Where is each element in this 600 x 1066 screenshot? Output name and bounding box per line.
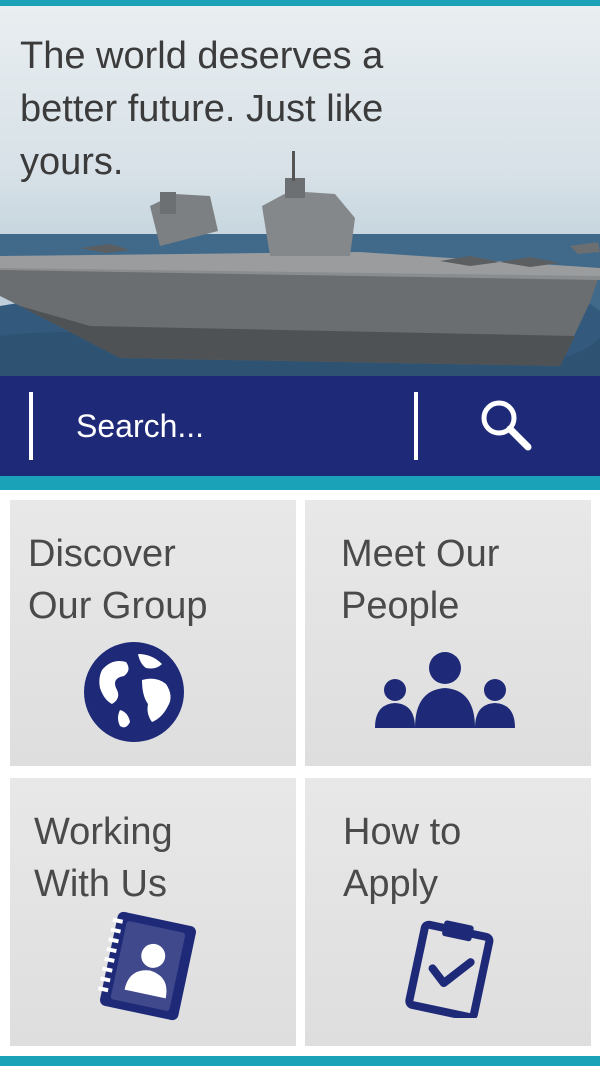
search-button[interactable] [456, 386, 556, 466]
tile-how-to-apply[interactable]: How to Apply [305, 778, 591, 1046]
globe-icon [84, 642, 184, 742]
search-divider-left [29, 392, 33, 460]
tile-working-with-us[interactable]: Working With Us [10, 778, 296, 1046]
tile-label: How to Apply [343, 811, 462, 905]
tile-label: Discover Our Group [28, 533, 208, 627]
tile-meet-our-people[interactable]: Meet Our People [305, 500, 591, 766]
search-icon [481, 400, 532, 451]
people-icon [375, 652, 515, 728]
contact-book-icon [97, 911, 196, 1021]
tile-label: Meet Our People [341, 533, 500, 627]
search-divider-right [414, 392, 418, 460]
search-input[interactable] [60, 398, 400, 454]
tile-discover-our-group[interactable]: Discover Our Group [10, 500, 296, 766]
tile-label: Working With Us [34, 811, 173, 905]
hero-headline: The world deserves a better future. Just… [20, 35, 384, 183]
bottom-accent-bar [0, 1056, 600, 1066]
app-root: The world deserves a better future. Just… [0, 0, 600, 1066]
clipboard-check-icon [405, 920, 494, 1018]
teal-divider-bar [0, 476, 600, 490]
search-bar [0, 376, 600, 476]
hero-banner: The world deserves a better future. Just… [0, 6, 600, 376]
